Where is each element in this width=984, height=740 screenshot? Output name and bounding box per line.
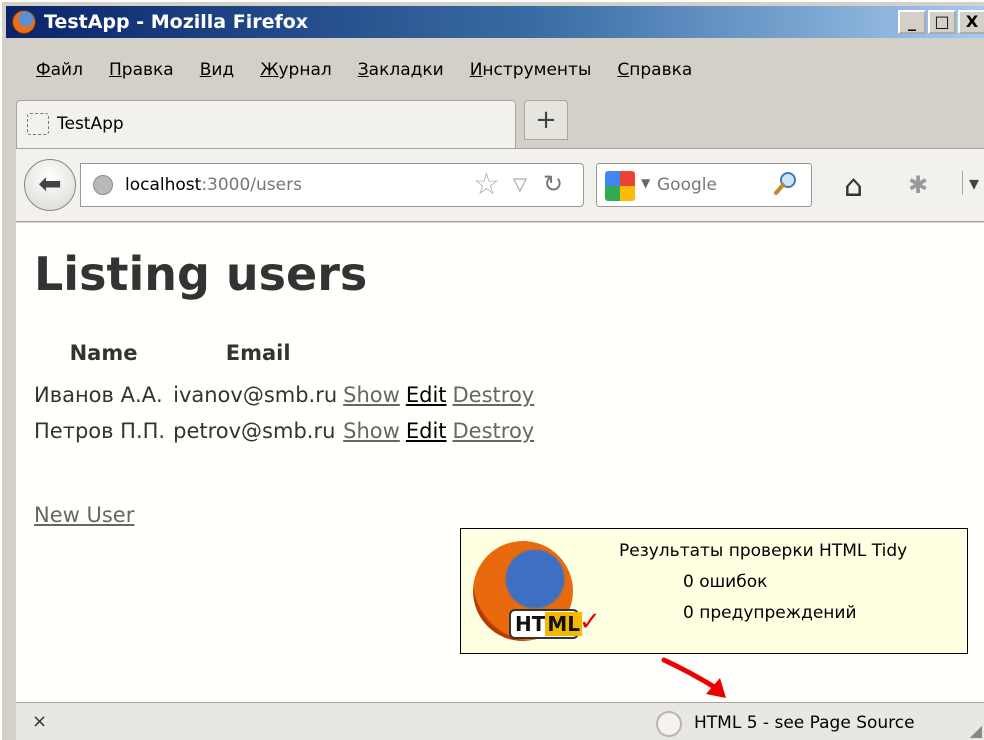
badge-ml: ML — [545, 612, 583, 636]
column-name: Name — [69, 341, 138, 365]
menu-bar: Файл Правка Вид Журнал Закладки Инструме… — [6, 60, 692, 90]
url-path: :3000/users — [201, 175, 302, 195]
title-bar: TestApp - Mozilla Firefox _ □ X — [6, 6, 984, 38]
firefox-icon — [12, 10, 36, 34]
bookmark-star-icon[interactable]: ☆ — [473, 167, 500, 202]
menu-edit[interactable]: Правка — [109, 60, 174, 90]
tidy-warnings: 0 предупреждений — [683, 603, 857, 623]
destroy-link[interactable]: Destroy — [453, 383, 535, 407]
check-icon: ✓ — [579, 607, 601, 637]
tab-testapp[interactable]: TestApp — [16, 100, 516, 148]
menu-help[interactable]: Справка — [617, 60, 692, 90]
engine-dropdown-icon[interactable]: ▼ — [641, 176, 650, 190]
close-status-icon[interactable]: × — [32, 711, 47, 732]
page-content: Listing users Name Email Иванов А.А. iva… — [16, 223, 984, 702]
table-header: Name Email — [34, 337, 540, 377]
history-dropdown-icon[interactable]: ▽ — [513, 174, 527, 195]
show-link[interactable]: Show — [343, 383, 400, 407]
users-table: Name Email Иванов А.А. ivanov@smb.ru Sho… — [34, 337, 540, 449]
url-bar[interactable]: localhost:3000/users ☆ ▽ ↻ — [80, 163, 584, 207]
window-title: TestApp - Mozilla Firefox — [44, 11, 309, 33]
status-bar: × HTML 5 - see Page Source ◢ — [16, 702, 984, 740]
badge-ht: HT — [515, 612, 546, 636]
column-email: Email — [225, 341, 291, 365]
browser-window: TestApp - Mozilla Firefox _ □ X Файл Пра… — [0, 0, 984, 740]
html-badge: HT ML — [509, 609, 583, 639]
table-row: Иванов А.А. ivanov@smb.ru Show Edit Destro… — [34, 377, 540, 413]
tidy-errors: 0 ошибок — [683, 572, 768, 592]
new-user-link[interactable]: New User — [34, 503, 134, 527]
user-name: Петров П.П. — [34, 419, 166, 443]
back-button[interactable]: ⬅ — [24, 159, 76, 211]
close-button[interactable]: X — [958, 10, 984, 34]
status-text[interactable]: HTML 5 - see Page Source — [694, 713, 915, 733]
home-icon[interactable]: ⌂ — [844, 169, 863, 204]
back-arrow-icon: ⬅ — [38, 167, 62, 200]
pointer-arrow-icon — [661, 657, 726, 698]
search-input[interactable]: Google — [657, 175, 717, 195]
search-bar[interactable]: ▼ Google — [596, 163, 812, 207]
menu-tools[interactable]: Инструменты — [470, 60, 592, 90]
navigation-bar: ⬅ localhost:3000/users ☆ ▽ ↻ ▼ Google ⌂ … — [16, 148, 984, 222]
page-icon — [27, 113, 49, 135]
globe-icon — [93, 175, 113, 195]
toolbar-menu-icon[interactable]: ▾ — [962, 171, 979, 195]
minimize-button[interactable]: _ — [898, 10, 926, 34]
url-text[interactable]: localhost:3000/users — [125, 175, 302, 195]
window-controls: _ □ X — [898, 10, 984, 34]
tab-label: TestApp — [57, 114, 124, 134]
firebug-icon[interactable]: ✱ — [908, 171, 928, 199]
maximize-button[interactable]: □ — [928, 10, 956, 34]
resize-grip-icon[interactable]: ◢ — [970, 721, 982, 740]
page-title: Listing users — [34, 247, 368, 301]
tidy-title: Результаты проверки HTML Tidy — [619, 541, 908, 561]
new-tab-button[interactable]: + — [524, 100, 568, 140]
menu-history[interactable]: Журнал — [260, 60, 332, 90]
menu-file[interactable]: Файл — [36, 60, 83, 90]
menu-bookmarks[interactable]: Закладки — [358, 60, 444, 90]
edit-link[interactable]: Edit — [406, 383, 447, 407]
reload-icon[interactable]: ↻ — [543, 170, 563, 198]
edit-link[interactable]: Edit — [406, 419, 447, 443]
user-email: petrov@smb.ru — [173, 419, 336, 443]
html-tidy-popup: HT ML ✓ Результаты проверки HTML Tidy 0 о… — [460, 528, 968, 654]
user-email: ivanov@smb.ru — [173, 383, 338, 407]
google-icon[interactable] — [605, 171, 635, 201]
validator-status-icon[interactable] — [656, 711, 682, 737]
url-host: localhost — [125, 175, 202, 195]
destroy-link[interactable]: Destroy — [453, 419, 535, 443]
user-name: Иванов А.А. — [34, 383, 163, 407]
table-row: Петров П.П. petrov@smb.ru Show Edit Destro… — [34, 413, 540, 449]
show-link[interactable]: Show — [343, 419, 400, 443]
menu-view[interactable]: Вид — [200, 60, 234, 90]
search-icon[interactable] — [773, 170, 799, 196]
